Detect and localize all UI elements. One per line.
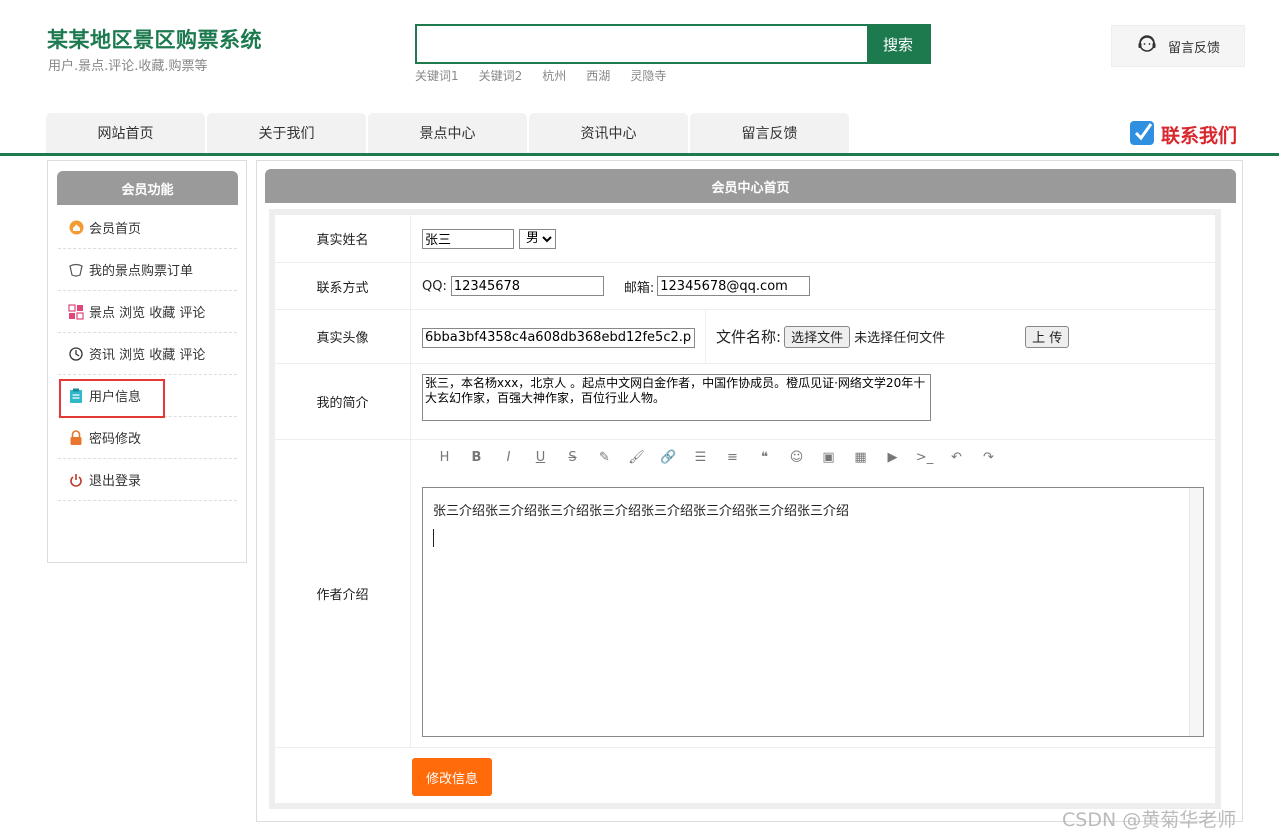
form-row-bio: 我的简介 张三，本名杨xxx，北京人 。起点中文网白金作者，中国作协成员。橙瓜见… <box>275 364 1215 440</box>
form-row-author-intro: 作者介绍 H B I U S ✎ 🖌 🔗 ☰ ≡ ❝ ☺ ▣ ▦ ▶ >_ ↶ … <box>275 440 1215 748</box>
panel-title: 会员中心首页 <box>265 169 1236 203</box>
keyword-link[interactable]: 杭州 <box>542 67 566 84</box>
avatar-label: 真实头像 <box>275 310 411 363</box>
site-subtitle: 用户.景点.评论.收藏.购票等 <box>48 59 208 74</box>
home-icon <box>68 220 84 236</box>
sidebar-item-label: 景点 浏览 收藏 评论 <box>89 306 206 321</box>
search-input[interactable] <box>417 26 867 62</box>
nav-tab-news[interactable]: 资讯中心 <box>529 113 688 153</box>
sidebar-item-news[interactable]: 资讯 浏览 收藏 评论 <box>58 333 237 375</box>
text-cursor <box>433 529 434 547</box>
sidebar-item-label: 资讯 浏览 收藏 评论 <box>89 348 206 363</box>
bold-icon[interactable]: B <box>467 450 486 465</box>
contact-label: 联系我们 <box>1161 125 1238 147</box>
strikethrough-icon[interactable]: S <box>563 450 582 465</box>
image-icon[interactable]: ▣ <box>819 450 838 465</box>
submit-button[interactable]: 修改信息 <box>412 758 492 796</box>
choose-file-button[interactable]: 选择文件 <box>784 325 851 348</box>
qq-label: QQ: <box>422 278 447 294</box>
form-row-submit: 修改信息 <box>275 748 1215 809</box>
nav-tab-about[interactable]: 关于我们 <box>207 113 366 153</box>
sidebar-item-orders[interactable]: 我的景点购票订单 <box>58 249 237 291</box>
form-row-name: 真实姓名 男 <box>275 215 1215 263</box>
highlight-icon[interactable]: ✎ <box>595 450 614 465</box>
main-nav: 网站首页 关于我们 景点中心 资讯中心 留言反馈 <box>0 113 1279 156</box>
file-name-label: 文件名称: <box>716 328 782 346</box>
gender-select[interactable]: 男 <box>519 228 556 249</box>
editor-content: 张三介绍张三介绍张三介绍张三介绍张三介绍张三介绍张三介绍张三介绍 <box>433 504 850 519</box>
emoji-icon[interactable]: ☺ <box>787 450 806 465</box>
rich-text-editor[interactable]: 张三介绍张三介绍张三介绍张三介绍张三介绍张三介绍张三介绍张三介绍 <box>422 487 1204 737</box>
editor-toolbar: H B I U S ✎ 🖌 🔗 ☰ ≡ ❝ ☺ ▣ ▦ ▶ >_ ↶ ↷ <box>435 450 998 465</box>
email-input[interactable] <box>657 276 811 296</box>
feedback-label: 留言反馈 <box>1167 40 1220 56</box>
feedback-button[interactable]: 留言反馈 <box>1111 25 1245 67</box>
keyword-link[interactable]: 关键词1 <box>415 67 459 84</box>
brush-icon[interactable]: 🖌 <box>627 450 646 465</box>
heading-icon[interactable]: H <box>435 450 454 465</box>
nav-tab-home[interactable]: 网站首页 <box>46 113 205 153</box>
grid-icon <box>68 303 84 320</box>
underline-icon[interactable]: U <box>531 450 550 465</box>
name-input[interactable] <box>422 228 514 249</box>
nav-tab-attractions[interactable]: 景点中心 <box>368 113 527 153</box>
upload-button[interactable]: 上 传 <box>1025 325 1070 348</box>
sidebar-item-label: 我的景点购票订单 <box>89 264 194 279</box>
phone-icon <box>1129 118 1157 151</box>
hot-keywords: 关键词1 关键词2 杭州 西湖 灵隐寺 <box>415 67 666 84</box>
qq-input[interactable] <box>450 276 604 296</box>
sidebar-item-label: 会员首页 <box>89 222 142 237</box>
name-field-group: 男 <box>422 215 556 262</box>
code-icon[interactable]: >_ <box>915 450 934 465</box>
avatar-path-input[interactable] <box>422 327 695 348</box>
sidebar-item-member-home[interactable]: 会员首页 <box>58 207 237 249</box>
watermark: CSDN @黄菊华老师 <box>1062 809 1237 831</box>
history-icon <box>68 346 84 362</box>
contact-label: 联系方式 <box>275 263 411 309</box>
bio-textarea[interactable]: 张三，本名杨xxx，北京人 。起点中文网白金作者，中国作协成员。橙瓜见证·网络文… <box>422 374 931 421</box>
ticket-icon <box>68 262 84 278</box>
video-icon[interactable]: ▶ <box>883 450 902 465</box>
editor-scrollbar[interactable] <box>1189 488 1203 736</box>
main-panel: 会员中心首页 真实姓名 男 联系方式 QQ: 邮箱: 真实头像 <box>256 160 1243 822</box>
bio-label: 我的简介 <box>275 364 411 439</box>
contact-field-group: QQ: 邮箱: <box>422 263 811 309</box>
sidebar-item-password[interactable]: 密码修改 <box>58 417 237 459</box>
sidebar-item-label: 密码修改 <box>89 432 142 447</box>
nav-tab-feedback[interactable]: 留言反馈 <box>690 113 849 153</box>
undo-icon[interactable]: ↶ <box>947 450 966 465</box>
avatar-field-group <box>422 310 706 363</box>
form-row-contact: 联系方式 QQ: 邮箱: <box>275 263 1215 310</box>
keyword-link[interactable]: 灵隐寺 <box>630 67 666 84</box>
list-icon[interactable]: ☰ <box>691 450 710 465</box>
sidebar-item-label: 退出登录 <box>89 474 142 489</box>
search-bar: 搜索 <box>415 24 931 64</box>
file-upload-group: 文件名称: 选择文件 未选择任何文件 上 传 <box>716 310 1070 363</box>
search-button[interactable]: 搜索 <box>867 26 929 62</box>
sidebar-item-attractions[interactable]: 景点 浏览 收藏 评论 <box>58 291 237 333</box>
site-title: 某某地区景区购票系统 <box>47 28 262 52</box>
keyword-link[interactable]: 西湖 <box>586 67 610 84</box>
redo-icon[interactable]: ↷ <box>979 450 998 465</box>
table-icon[interactable]: ▦ <box>851 450 870 465</box>
headset-icon <box>1136 33 1158 59</box>
quote-icon[interactable]: ❝ <box>755 450 774 465</box>
lock-icon <box>68 429 84 446</box>
form-row-avatar: 真实头像 文件名称: 选择文件 未选择任何文件 上 传 <box>275 310 1215 364</box>
link-icon[interactable]: 🔗 <box>659 450 678 465</box>
contact-us-link[interactable]: 联系我们 <box>1129 118 1237 151</box>
sidebar: 会员功能 会员首页 我的景点购票订单 景点 浏览 收藏 评论 资讯 浏览 收藏 … <box>47 160 247 563</box>
name-label: 真实姓名 <box>275 215 411 262</box>
italic-icon[interactable]: I <box>499 450 518 465</box>
profile-form: 真实姓名 男 联系方式 QQ: 邮箱: 真实头像 文件名称 <box>269 209 1221 809</box>
email-label: 邮箱: <box>623 280 655 296</box>
sidebar-title: 会员功能 <box>57 171 238 205</box>
power-icon <box>68 472 84 488</box>
highlight-box <box>59 379 165 418</box>
align-icon[interactable]: ≡ <box>723 450 742 465</box>
no-file-text: 未选择任何文件 <box>854 331 946 346</box>
keyword-link[interactable]: 关键词2 <box>479 67 523 84</box>
sidebar-item-logout[interactable]: 退出登录 <box>58 459 237 501</box>
author-intro-label: 作者介绍 <box>275 440 411 747</box>
